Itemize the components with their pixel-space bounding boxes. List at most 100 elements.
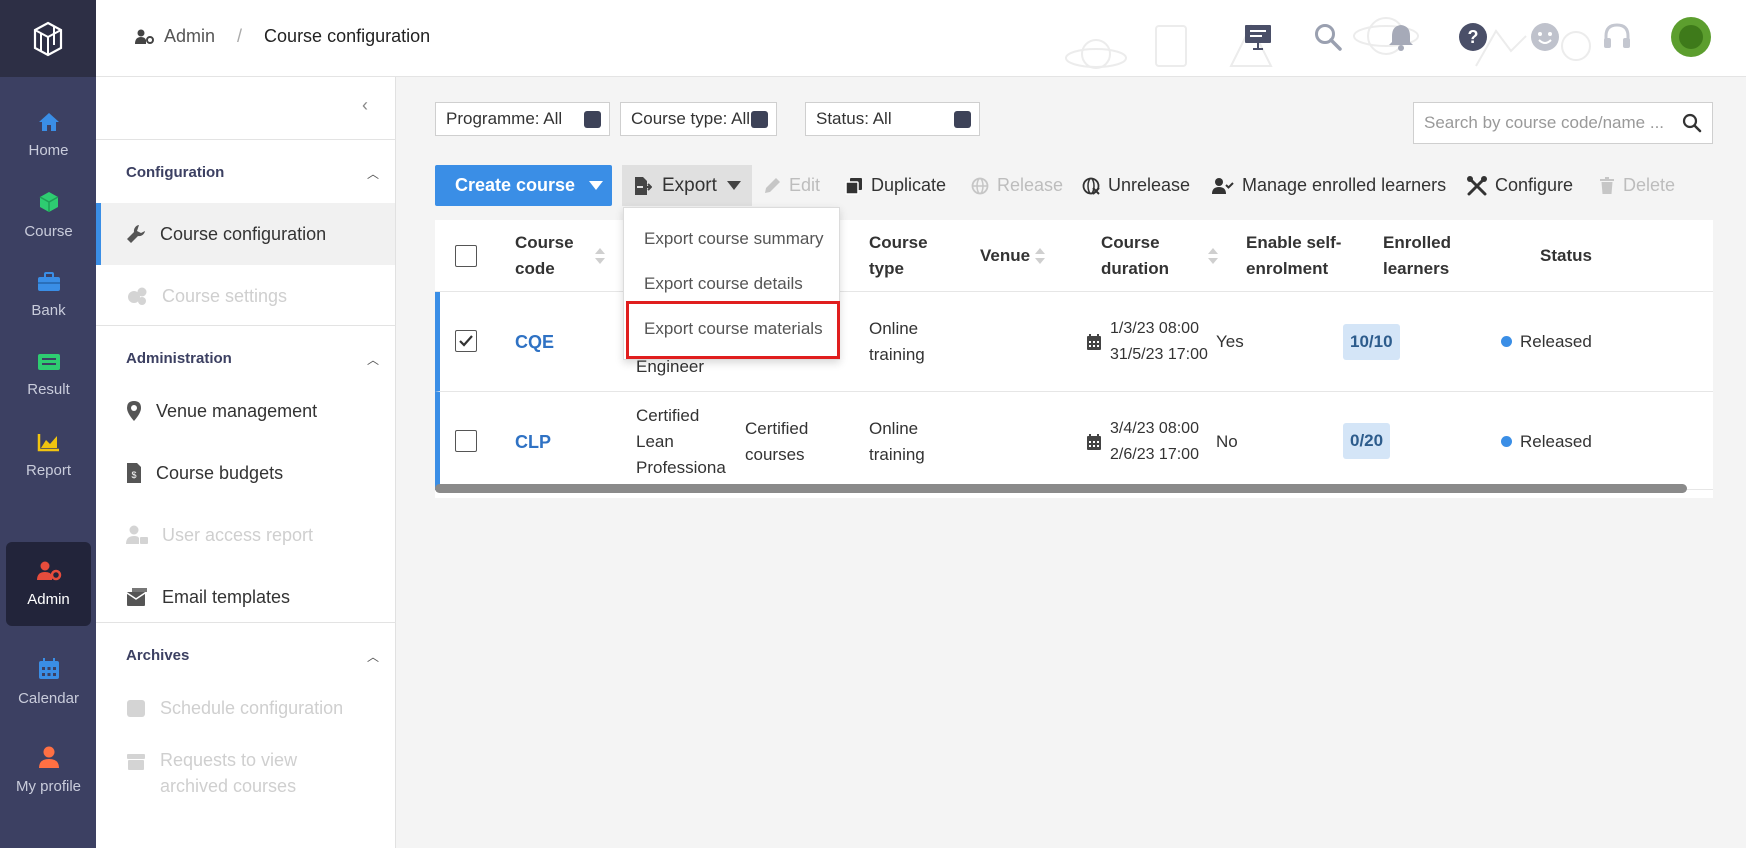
search-input[interactable]: Search by course code/name ... — [1413, 102, 1713, 144]
row-checkbox[interactable] — [455, 430, 477, 452]
manage-enrolled-learners-button[interactable]: Manage enrolled learners — [1212, 165, 1446, 206]
nav-course-budgets[interactable]: $ Course budgets — [96, 442, 395, 504]
rail-item-bank[interactable]: Bank — [6, 253, 91, 337]
bell-icon[interactable] — [1384, 20, 1418, 54]
edit-button[interactable]: Edit — [763, 165, 820, 206]
rail-item-result[interactable]: Result — [6, 333, 91, 417]
nav-course-configuration[interactable]: Course configuration — [96, 203, 395, 265]
sort-icon[interactable] — [595, 246, 605, 266]
button-label: Manage enrolled learners — [1242, 175, 1447, 195]
chevron-up-icon[interactable]: ︿ — [367, 648, 379, 665]
archive-box-icon — [127, 754, 145, 770]
nav-course-settings: Course settings — [96, 265, 395, 327]
copy-icon — [845, 177, 862, 195]
rail-item-report[interactable]: Report — [6, 413, 91, 497]
side-panel: ‹ Configuration ︿ Course configuration C… — [96, 77, 396, 848]
status-badge: Released — [1501, 329, 1592, 355]
header-enrolled-learners: Enrolled learners — [1383, 233, 1452, 278]
rail-item-calendar[interactable]: Calendar — [6, 640, 91, 724]
breadcrumb-separator: / — [237, 26, 243, 46]
chevron-up-icon[interactable]: ︿ — [367, 165, 379, 182]
header-course-duration[interactable]: Course duration — [1101, 230, 1169, 282]
header-status: Status — [1540, 246, 1592, 265]
help-icon[interactable]: ? — [1456, 20, 1490, 54]
rail-item-label: Calendar — [18, 689, 79, 707]
programme-filter[interactable]: Programme: All — [435, 102, 610, 136]
search-icon[interactable] — [1311, 20, 1345, 54]
edit-icon[interactable] — [584, 111, 601, 128]
rail-item-home[interactable]: Home — [6, 93, 91, 177]
globe-icon — [971, 177, 989, 194]
row-checkbox[interactable] — [455, 330, 477, 352]
chart-icon — [37, 433, 59, 451]
course-duration: 3/4/23 08:00 2/6/23 17:00 — [1110, 420, 1199, 463]
rail-item-label: Course — [24, 222, 73, 240]
filter-label: Course type: All — [631, 109, 751, 128]
rail-item-label: Result — [27, 380, 70, 398]
app-logo[interactable] — [0, 0, 96, 77]
table-row[interactable]: CLP Certified Lean Professiona Certified co… — [435, 392, 1713, 490]
rail-item-admin[interactable]: Admin — [6, 542, 91, 626]
nav-label: Email templates — [162, 586, 291, 607]
course-category: Certified courses — [745, 419, 809, 464]
delete-button[interactable]: Delete — [1599, 165, 1675, 206]
section-title[interactable]: Administration — [126, 350, 232, 367]
create-course-button[interactable]: Create course — [435, 165, 612, 206]
horizontal-scrollbar[interactable] — [435, 484, 1687, 493]
nav-venue-management[interactable]: Venue management — [96, 380, 395, 442]
home-icon — [38, 112, 59, 131]
sort-icon[interactable] — [1035, 246, 1045, 266]
collapse-panel-button[interactable]: ‹ — [362, 95, 368, 116]
nav-label: Course budgets — [156, 462, 284, 483]
edit-icon[interactable] — [954, 111, 971, 128]
search-icon[interactable] — [1682, 113, 1702, 133]
release-button[interactable]: Release — [971, 165, 1063, 206]
unrelease-button[interactable]: Unrelease — [1082, 165, 1190, 206]
rail-item-label: Home — [28, 141, 69, 159]
course-code-link[interactable]: CQE — [515, 329, 554, 355]
configure-button[interactable]: Configure — [1467, 165, 1573, 206]
nav-email-templates[interactable]: Email templates — [96, 566, 395, 628]
status-dot — [1501, 336, 1512, 347]
section-title[interactable]: Configuration — [126, 164, 224, 181]
export-button[interactable]: Export — [622, 165, 752, 206]
enrolled-learners-badge[interactable]: 0/20 — [1343, 423, 1391, 459]
menu-item-export-course-summary[interactable]: Export course summary — [644, 229, 824, 249]
status-filter[interactable]: Status: All — [805, 102, 980, 136]
edit-icon[interactable] — [751, 111, 768, 128]
sort-icon[interactable] — [1208, 246, 1218, 266]
nav-label: User access report — [162, 524, 314, 545]
header-enable-self-enrolment: Enable self-enrolment — [1246, 233, 1342, 278]
menu-item-export-course-details[interactable]: Export course details — [644, 274, 803, 294]
breadcrumb-admin[interactable]: Admin — [164, 26, 215, 47]
headset-icon[interactable] — [1600, 20, 1634, 54]
cube-icon — [39, 191, 58, 212]
smiley-icon[interactable] — [1528, 20, 1562, 54]
calendar-icon — [38, 657, 59, 679]
status-badge: Released — [1501, 429, 1592, 455]
enrolled-learners-badge[interactable]: 10/10 — [1343, 324, 1400, 360]
avatar[interactable] — [1670, 16, 1712, 58]
select-all-checkbox[interactable] — [455, 245, 477, 267]
calendar-icon — [1087, 434, 1101, 450]
section-administration: Administration ︿ Venue management $ Cour… — [96, 325, 396, 622]
course-type: Online training — [869, 319, 925, 364]
header-venue[interactable]: Venue — [980, 243, 1030, 269]
chevron-up-icon[interactable]: ︿ — [367, 351, 379, 368]
caret-down-icon — [589, 181, 604, 190]
course-type-filter[interactable]: Course type: All — [620, 102, 777, 136]
header-course-code[interactable]: Course code — [515, 230, 574, 282]
section-archives: Archives ︿ Schedule configuration Reques… — [96, 622, 396, 848]
course-code-link[interactable]: CLP — [515, 429, 551, 455]
rail-item-course[interactable]: Course — [6, 173, 91, 257]
presentation-icon[interactable] — [1241, 20, 1275, 54]
duplicate-button[interactable]: Duplicate — [845, 165, 946, 206]
users-gear-icon — [36, 561, 61, 580]
button-label: Create course — [455, 175, 576, 195]
header-course-type[interactable]: Course type — [869, 230, 928, 282]
nav-schedule-configuration: Schedule configuration — [96, 677, 395, 739]
mail-template-icon — [126, 588, 147, 606]
rail-item-my-profile[interactable]: My profile — [6, 728, 91, 812]
status-dot — [1501, 436, 1512, 447]
section-title[interactable]: Archives — [126, 647, 189, 664]
